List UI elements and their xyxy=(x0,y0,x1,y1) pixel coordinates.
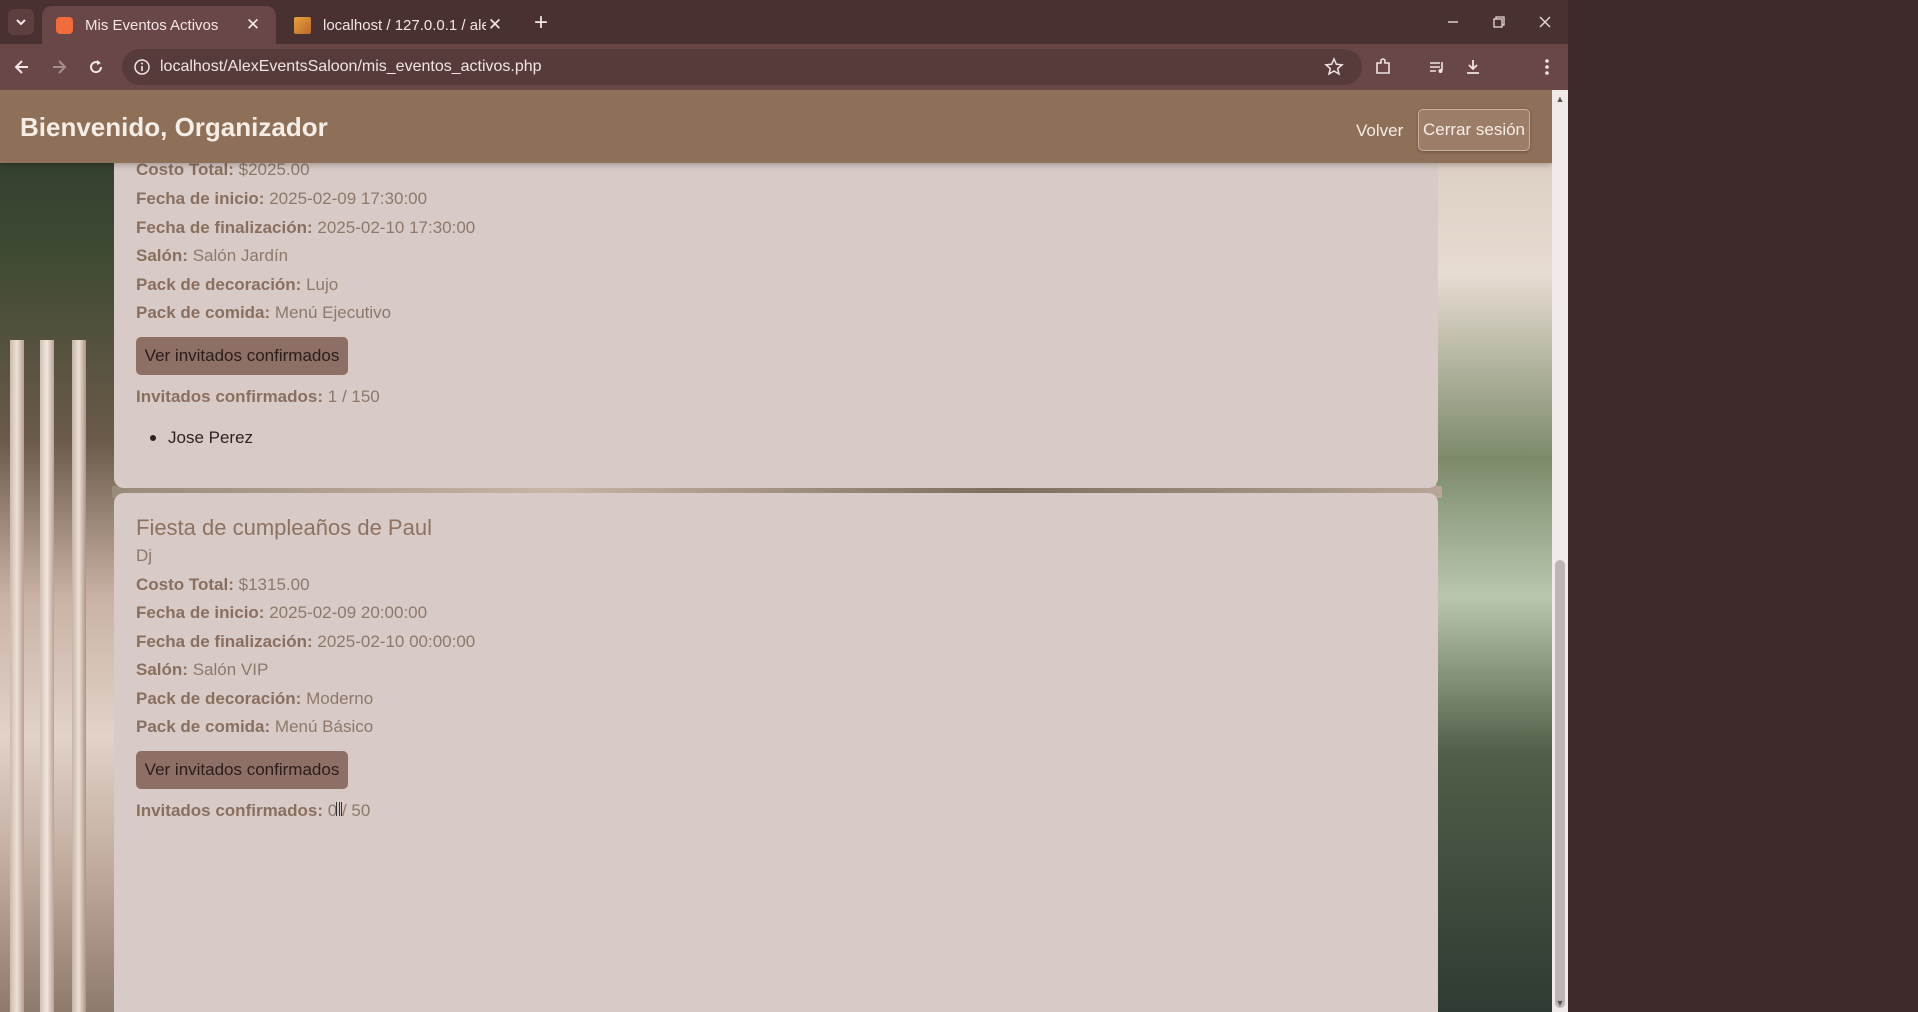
reload-button[interactable] xyxy=(82,53,110,81)
event-end-date: Fecha de finalización: 2025-02-10 17:30:… xyxy=(136,218,476,237)
scroll-down-icon[interactable]: ▼ xyxy=(1552,996,1568,1010)
arrow-right-icon xyxy=(53,60,67,74)
page-title: Bienvenido, Organizador xyxy=(20,112,328,142)
page-scrollbar[interactable]: ▲ ▼ xyxy=(1552,90,1568,1012)
scroll-thumb[interactable] xyxy=(1555,560,1565,1008)
tab-title: Mis Eventos Activos xyxy=(85,16,219,34)
bookmark-star-icon[interactable] xyxy=(1324,57,1344,82)
site-header: Bienvenido, Organizador Volver Cerrar se… xyxy=(0,90,1552,163)
event-card: Fiesta de cumpleaños de Paul Dj Costo To… xyxy=(114,493,1438,1012)
scroll-up-icon[interactable]: ▲ xyxy=(1552,92,1568,106)
phpmyadmin-icon xyxy=(294,16,311,34)
background-garden-right xyxy=(1436,90,1552,1012)
download-icon[interactable] xyxy=(1460,54,1486,80)
close-icon[interactable]: ✕ xyxy=(486,15,504,34)
event-decoration-pack: Pack de decoración: Moderno xyxy=(136,689,374,708)
media-control-icon[interactable] xyxy=(1424,54,1450,80)
event-title: Fiesta de cumpleaños de Paul xyxy=(136,515,432,540)
text-cursor-icon xyxy=(336,802,342,816)
close-window-icon[interactable] xyxy=(1530,8,1560,36)
address-bar[interactable]: localhost/AlexEventsSaloon/mis_eventos_a… xyxy=(122,49,1362,85)
guest-list: Jose Perez xyxy=(148,428,253,448)
minimize-icon[interactable] xyxy=(1438,8,1468,36)
xampp-icon xyxy=(56,16,73,34)
event-food-pack: Pack de comida: Menú Básico xyxy=(136,717,374,736)
chevron-down-icon xyxy=(16,19,26,26)
logout-button[interactable]: Cerrar sesión xyxy=(1418,109,1530,151)
tab-mis-eventos[interactable]: Mis Eventos Activos ✕ xyxy=(42,6,276,44)
view-guests-button[interactable]: Ver invitados confirmados xyxy=(136,337,348,375)
event-hall: Salón: Salón VIP xyxy=(136,660,269,679)
tab-title: localhost / 127.0.0.1 / alex_even xyxy=(323,16,486,34)
restore-icon[interactable] xyxy=(1484,8,1514,36)
reload-icon xyxy=(90,60,103,74)
new-tab-button[interactable]: + xyxy=(528,9,554,36)
site-info-icon[interactable] xyxy=(132,57,152,77)
tab-phpmyadmin[interactable]: localhost / 127.0.0.1 / alex_even ✕ xyxy=(280,6,518,44)
event-end-date: Fecha de finalización: 2025-02-10 00:00:… xyxy=(136,632,476,651)
tab-search-button[interactable] xyxy=(8,9,34,35)
list-item: Jose Perez xyxy=(148,428,253,448)
background-curtains-left xyxy=(0,90,120,1012)
extensions-icon[interactable] xyxy=(1370,54,1396,80)
event-decoration-pack: Pack de decoración: Lujo xyxy=(136,275,339,294)
arrow-left-icon xyxy=(14,60,28,74)
window-gutter xyxy=(1568,0,1918,1012)
back-link[interactable]: Volver xyxy=(1356,121,1403,141)
event-description: Dj xyxy=(136,546,153,565)
url-text: localhost/AlexEventsSaloon/mis_eventos_a… xyxy=(160,58,542,75)
back-button[interactable] xyxy=(8,53,36,81)
view-guests-button[interactable]: Ver invitados confirmados xyxy=(136,751,348,789)
event-cost: Costo Total: $1315.00 xyxy=(136,575,310,594)
confirmed-guests-count: Invitados confirmados: 1 / 150 xyxy=(136,387,380,406)
forward-button[interactable] xyxy=(45,53,73,81)
close-icon[interactable]: ✕ xyxy=(244,15,262,34)
menu-dots-icon[interactable] xyxy=(1534,54,1560,80)
event-start-date: Fecha de inicio: 2025-02-09 20:00:00 xyxy=(136,603,428,622)
event-cost: Costo Total: $2025.00 xyxy=(136,160,310,179)
event-food-pack: Pack de comida: Menú Ejecutivo xyxy=(136,303,392,322)
event-start-date: Fecha de inicio: 2025-02-09 17:30:00 xyxy=(136,189,428,208)
event-hall: Salón: Salón Jardín xyxy=(136,246,289,265)
page-viewport: Bienvenido, Organizador Volver Cerrar se… xyxy=(0,90,1552,1012)
